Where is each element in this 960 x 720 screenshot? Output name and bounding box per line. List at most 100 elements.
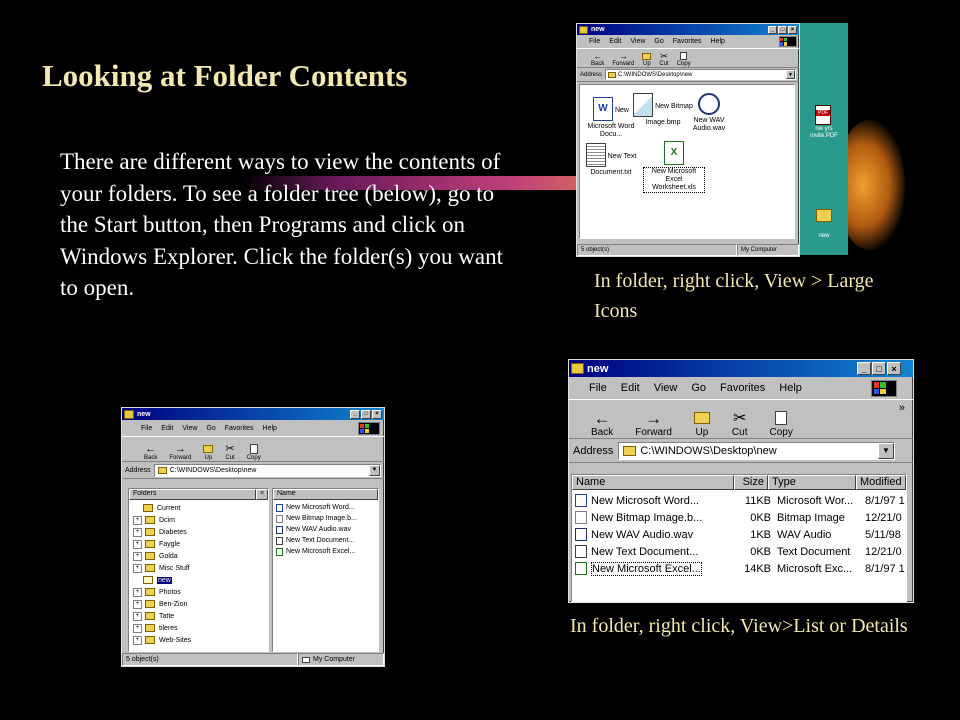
close-button[interactable]: × (788, 25, 797, 34)
menu-edit[interactable]: Edit (621, 382, 640, 394)
menu-go[interactable]: Go (654, 38, 663, 45)
back-button[interactable]: ← Back (591, 52, 605, 68)
menu-view[interactable]: View (654, 382, 678, 394)
forward-button[interactable]: → Forward (612, 52, 634, 68)
large-icons-window: new _ □ × File Edit View Go Favorites He… (576, 23, 800, 257)
column-header-modified[interactable]: Modified (856, 475, 906, 490)
menu-help[interactable]: Help (779, 382, 802, 394)
close-icon[interactable]: × (256, 489, 268, 500)
tree-item[interactable]: + Misc Stuff (129, 562, 268, 574)
menu-file[interactable]: File (589, 38, 600, 45)
close-button[interactable]: × (887, 362, 901, 375)
menu-help[interactable]: Help (711, 38, 725, 45)
list-item[interactable]: New Microsoft Word... (273, 502, 378, 513)
address-input[interactable]: C:\WINDOWS\Desktop\new ▼ (605, 69, 796, 80)
expand-icon[interactable]: + (133, 527, 142, 537)
cut-button[interactable]: ✂ Cut (659, 52, 668, 68)
list-item[interactable]: New Text Document... (273, 535, 378, 546)
close-button[interactable]: × (372, 409, 382, 419)
tree-item[interactable]: new (129, 574, 268, 586)
cut-button[interactable]: ✂ Cut (732, 410, 748, 438)
list-item[interactable]: New Microsoft Excel... (273, 546, 378, 557)
column-header-size[interactable]: Size (734, 475, 768, 490)
cut-label: Cut (225, 455, 235, 461)
table-row[interactable]: New Microsoft Word... 11KB Microsoft Wor..… (572, 492, 906, 509)
details-rows: New Microsoft Word... 11KB Microsoft Wor..… (572, 490, 906, 577)
menu-view[interactable]: View (630, 38, 645, 45)
back-button[interactable]: ← Back (144, 444, 157, 462)
expand-icon[interactable]: + (133, 539, 142, 549)
menu-edit[interactable]: Edit (161, 425, 173, 432)
copy-button[interactable]: Copy (769, 411, 793, 438)
tree-item[interactable]: + Dcim (129, 514, 268, 526)
menu-view[interactable]: View (182, 425, 197, 432)
list-item[interactable]: New WAV Audio.wav (678, 93, 740, 133)
address-input[interactable]: C:\WINDOWS\Desktop\new ▼ (153, 463, 381, 477)
folder-icon[interactable] (816, 209, 832, 222)
menu-file[interactable]: File (141, 425, 152, 432)
folders-pane: Folders × Current + Dcim + Diabetes + Faygle + G… (128, 488, 269, 652)
maximize-button[interactable]: □ (872, 362, 886, 375)
forward-button[interactable]: → Forward (635, 410, 672, 438)
expand-icon[interactable]: + (133, 635, 142, 645)
table-row[interactable]: New Text Document... 0KB Text Document 12/2… (572, 543, 906, 560)
back-button[interactable]: ← Back (591, 410, 613, 438)
list-item[interactable]: X New Microsoft Excel Worksheet.xls (643, 141, 705, 193)
list-item[interactable]: New Bitmap Image.b... (273, 513, 378, 524)
copy-button[interactable]: Copy (247, 444, 261, 461)
tree-item[interactable]: + Photos (129, 586, 268, 598)
back-label: Back (591, 61, 605, 67)
menu-favorites[interactable]: Favorites (225, 425, 254, 432)
tree-item[interactable]: Current (129, 502, 268, 514)
tree-item[interactable]: + Faygle (129, 538, 268, 550)
menu-favorites[interactable]: Favorites (673, 38, 702, 45)
expand-icon[interactable]: + (133, 587, 142, 597)
tree-item[interactable]: + tileres (129, 622, 268, 634)
forward-button[interactable]: → Forward (169, 444, 191, 462)
chevron-down-icon[interactable]: ▼ (786, 70, 795, 79)
chevron-down-icon[interactable]: ▼ (369, 464, 380, 476)
list-item[interactable]: New WAV Audio.wav (273, 524, 378, 535)
up-button[interactable]: Up (203, 445, 214, 461)
menu-file[interactable]: File (589, 382, 607, 394)
table-row[interactable]: New WAV Audio.wav 1KB WAV Audio 5/11/98 (572, 526, 906, 543)
table-row[interactable]: New Microsoft Excel... 14KB Microsoft Exc.… (572, 560, 906, 577)
column-header-type[interactable]: Type (768, 475, 856, 490)
titlebar[interactable]: new _ □ × (569, 360, 913, 377)
chevron-down-icon[interactable]: ▼ (878, 442, 894, 459)
tree-item[interactable]: + Web-Sites (129, 634, 268, 646)
expand-icon[interactable]: + (133, 611, 142, 621)
expand-icon[interactable]: + (133, 563, 142, 573)
up-button[interactable]: Up (642, 53, 652, 67)
expand-icon[interactable]: + (133, 623, 142, 633)
list-item[interactable]: New Text Document.txt (580, 143, 642, 177)
maximize-button[interactable]: □ (361, 409, 371, 419)
tree-item[interactable]: + Diabetes (129, 526, 268, 538)
column-header-name[interactable]: Name (572, 475, 734, 490)
tree-item[interactable]: + Golda (129, 550, 268, 562)
menu-favorites[interactable]: Favorites (720, 382, 765, 394)
titlebar[interactable]: new _ □ × (577, 24, 799, 35)
table-row[interactable]: New Bitmap Image.b... 0KB Bitmap Image 12/2… (572, 509, 906, 526)
expand-icon[interactable]: + (133, 515, 142, 525)
copy-button[interactable]: Copy (677, 52, 691, 67)
menu-help[interactable]: Help (263, 425, 277, 432)
address-input[interactable]: C:\WINDOWS\Desktop\new ▼ (618, 441, 895, 460)
minimize-button[interactable]: _ (857, 362, 871, 375)
tree-item[interactable]: + Ben-Zion (129, 598, 268, 610)
tree-item[interactable]: + Tatte (129, 610, 268, 622)
toolbar-overflow-button[interactable]: » (899, 402, 905, 414)
menu-go[interactable]: Go (691, 382, 706, 394)
titlebar[interactable]: new _ □ × (122, 408, 384, 420)
minimize-button[interactable]: _ (350, 409, 360, 419)
menu-go[interactable]: Go (206, 425, 215, 432)
name-column-header[interactable]: Name (273, 489, 378, 500)
menu-edit[interactable]: Edit (609, 38, 621, 45)
up-button[interactable]: Up (693, 412, 710, 438)
expand-icon[interactable]: + (133, 551, 142, 561)
minimize-button[interactable]: _ (768, 25, 777, 34)
pdf-icon[interactable]: PDF (815, 105, 831, 125)
cut-button[interactable]: ✂ Cut (225, 444, 235, 462)
maximize-button[interactable]: □ (778, 25, 787, 34)
expand-icon[interactable]: + (133, 599, 142, 609)
